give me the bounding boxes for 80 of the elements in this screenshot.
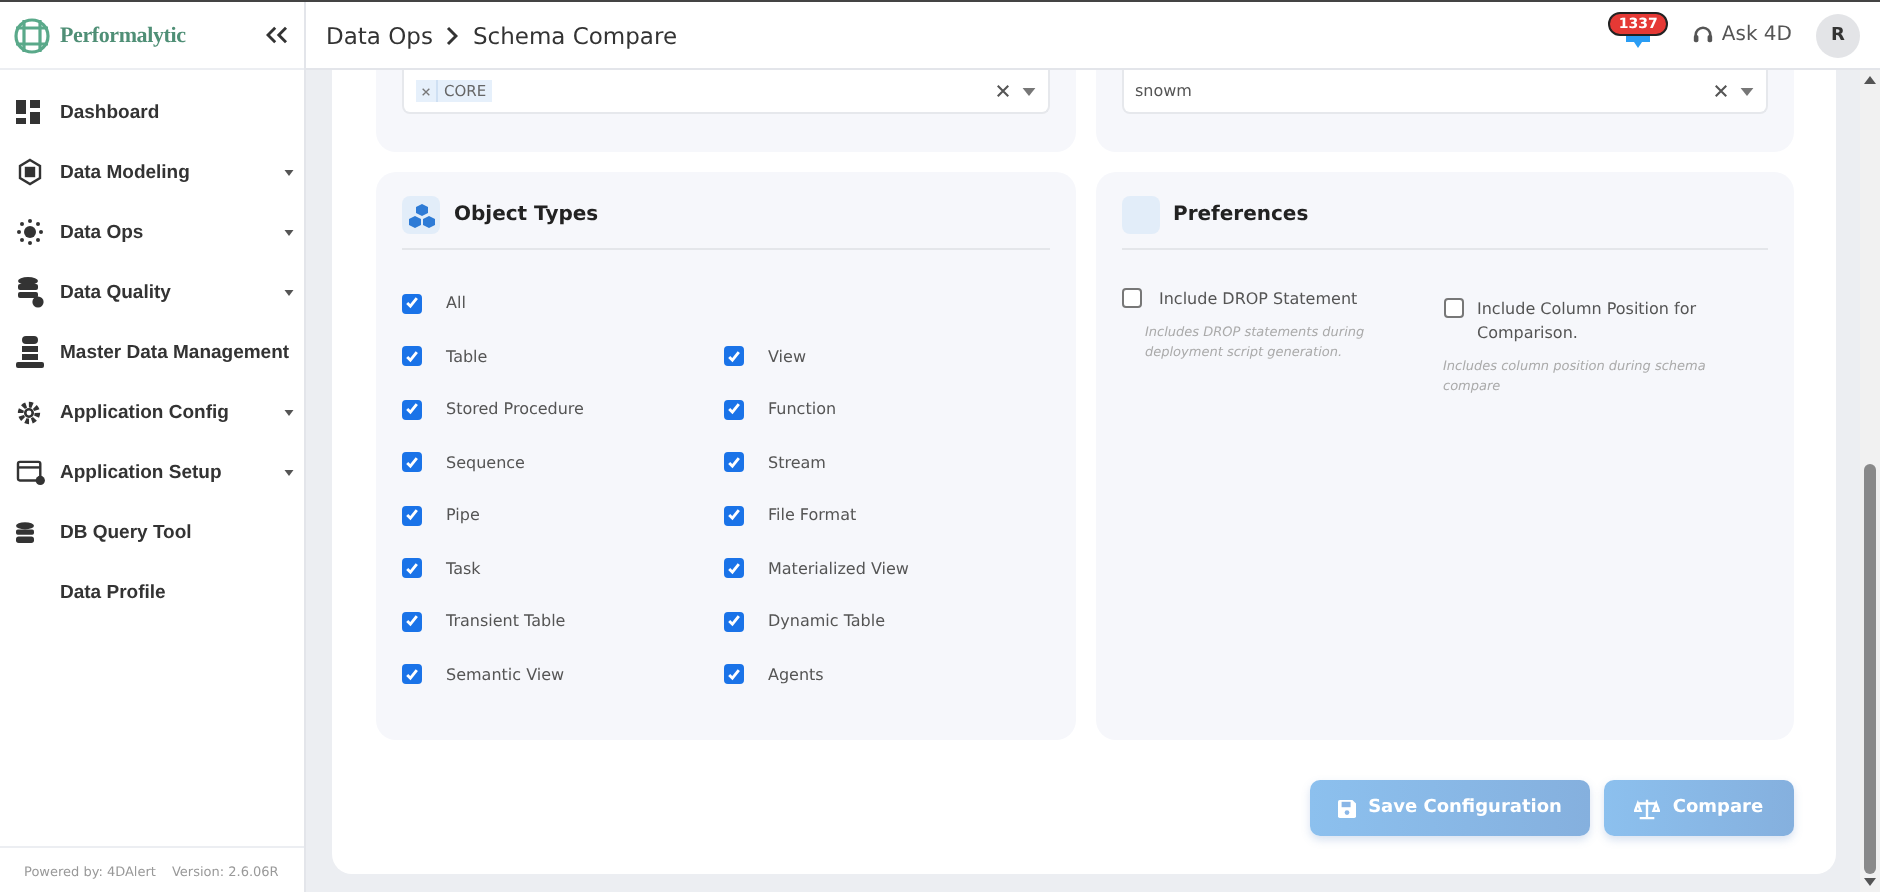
checkbox[interactable] <box>402 452 422 472</box>
nav-item[interactable]: Data Ops <box>0 202 304 262</box>
caret-icon <box>284 469 294 475</box>
nav-item[interactable]: Data Quality <box>0 262 304 322</box>
scrollbar[interactable] <box>1860 70 1880 892</box>
clear-icon[interactable] <box>995 84 1009 98</box>
option-label[interactable]: Include Column Position for Comparison. <box>1477 298 1717 346</box>
checkbox-option[interactable]: Agents <box>724 659 1049 689</box>
checkbox[interactable] <box>724 452 744 472</box>
panel-title: Preferences <box>1173 204 1309 226</box>
checkbox-option[interactable]: File Format <box>724 500 1049 530</box>
clear-icon[interactable] <box>1714 84 1728 98</box>
checkbox-option[interactable]: Sequence <box>402 447 724 477</box>
nav-item[interactable]: Application Setup <box>0 442 304 502</box>
logo-icon <box>12 15 52 55</box>
breadcrumb-item[interactable]: Data Ops <box>326 21 433 49</box>
scroll-up-icon[interactable] <box>1864 76 1876 84</box>
caret-icon <box>284 169 294 175</box>
ask-button[interactable]: Ask 4D <box>1691 24 1792 46</box>
network-icon <box>16 158 44 186</box>
checkbox[interactable] <box>724 611 744 631</box>
nav-item[interactable]: Data Profile <box>0 562 304 622</box>
nav-item[interactable]: Application Config <box>0 382 304 442</box>
database-gear-icon <box>16 276 44 308</box>
dropdown-icon[interactable] <box>1740 87 1754 95</box>
checkbox-option[interactable]: Dynamic Table <box>724 606 1049 636</box>
scale-icon <box>1634 797 1661 819</box>
checkbox[interactable] <box>724 558 744 578</box>
nav-item[interactable]: Master Data Management <box>0 322 304 382</box>
checkbox-option[interactable]: Task <box>402 553 724 583</box>
user-avatar[interactable]: R <box>1816 13 1860 57</box>
breadcrumb-item: Schema Compare <box>472 21 678 49</box>
database-icon <box>16 521 34 543</box>
headset-icon <box>1691 24 1714 46</box>
remove-icon[interactable] <box>422 87 430 95</box>
checkbox-option[interactable]: Stream <box>724 447 1049 477</box>
dashboard-icon <box>16 100 40 124</box>
hub-icon <box>16 218 44 246</box>
nav-item[interactable]: Data Modeling <box>0 142 304 202</box>
settings-icon <box>16 399 42 425</box>
checkbox[interactable] <box>724 399 744 419</box>
checkbox-option[interactable]: Table <box>402 341 724 371</box>
checkbox-option[interactable]: Stored Procedure <box>402 394 724 424</box>
checkbox[interactable] <box>1121 288 1141 308</box>
server-icon <box>16 336 44 368</box>
caret-icon <box>284 229 294 235</box>
checkbox[interactable] <box>402 505 422 525</box>
message-icon <box>1626 35 1651 47</box>
checkbox[interactable] <box>402 558 422 578</box>
checkbox[interactable] <box>724 346 744 366</box>
checkbox-option[interactable]: Semantic View <box>402 659 724 689</box>
scroll-down-icon[interactable] <box>1864 878 1876 886</box>
checkbox-option[interactable]: All <box>402 288 1049 318</box>
floppy-icon <box>1338 799 1357 817</box>
panel-title: Object Types <box>454 204 599 226</box>
checkbox[interactable] <box>402 346 422 366</box>
checkbox[interactable] <box>402 611 422 631</box>
checkbox[interactable] <box>724 664 744 684</box>
collapse-icon[interactable] <box>266 26 288 44</box>
checkbox[interactable] <box>724 505 744 525</box>
checkbox[interactable] <box>402 399 422 419</box>
dropdown-icon[interactable] <box>1021 87 1035 95</box>
checkbox[interactable] <box>402 664 422 684</box>
select-field[interactable]: snowm <box>1121 70 1768 114</box>
checkbox-option[interactable]: Pipe <box>402 500 724 530</box>
nav-item[interactable]: Dashboard <box>0 82 304 142</box>
checkbox-option[interactable]: Materialized View <box>724 553 1049 583</box>
nav-item[interactable]: DB Query Tool <box>0 502 304 562</box>
checkbox-option[interactable]: Transient Table <box>402 606 724 636</box>
brand-name: Performalytic <box>60 23 186 47</box>
cubes-icon <box>407 203 435 227</box>
caret-icon <box>284 289 294 295</box>
checkbox[interactable] <box>402 293 422 313</box>
checkbox-option[interactable]: Function <box>724 394 1049 424</box>
chevron-icon <box>446 25 459 45</box>
checkbox[interactable] <box>1443 298 1463 318</box>
window-gear-icon <box>16 459 46 485</box>
option-label[interactable]: Include DROP Statement <box>1159 288 1358 312</box>
caret-icon <box>284 409 294 415</box>
checkbox-option[interactable]: View <box>724 341 1049 371</box>
